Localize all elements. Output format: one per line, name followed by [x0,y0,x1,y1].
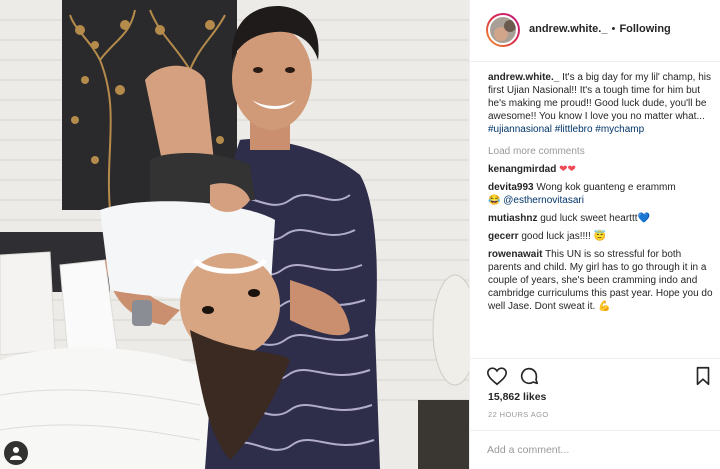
caption-username-link[interactable]: andrew.white._ [488,72,559,83]
comment-item: rowenawait This UN is so stressful for b… [488,248,713,313]
comment-text: gud luck sweet hearttt [537,213,638,224]
comments-list[interactable]: andrew.white._ It's a big day for my lil… [470,62,720,358]
laughing-emoji-icon: 😂 [488,195,501,206]
flexed-arm-emoji-icon: 💪 [598,301,611,312]
post-actions-bar [470,358,720,390]
likes-count[interactable]: 15,862 likes [488,391,546,403]
comment-item: kenangmirdad ❤❤ [488,163,713,176]
comment-username-link[interactable]: gecerr [488,231,519,242]
photo-illustration [0,0,469,469]
post-photo[interactable] [0,0,469,469]
comment-username-link[interactable]: mutiashnz [488,213,537,224]
comment-username-link[interactable]: kenangmirdad [488,164,556,175]
header-line: andrew.white._ • Following [529,23,671,35]
comment-text: Wong kok guanteng e erammm [533,182,676,193]
header-username-link[interactable]: andrew.white._ [529,23,607,35]
comment-mention-link[interactable]: @esthernovitasari [503,195,584,206]
following-button[interactable]: Following [619,23,670,35]
post-caption: andrew.white._ It's a big day for my lil… [488,71,713,136]
person-tag-icon[interactable] [4,441,28,465]
comment-username-link[interactable]: rowenawait [488,249,542,260]
comment-username-link[interactable]: devita993 [488,182,534,193]
hearts-emoji-icon: ❤❤ [559,164,576,175]
add-comment-input[interactable] [487,441,707,459]
post-header: andrew.white._ • Following [470,0,720,62]
heart-icon[interactable] [486,365,508,387]
comment-text: good luck jas!!!! [518,231,594,242]
comment-item: gecerr good luck jas!!!! 😇 [488,230,713,243]
header-separator: • [611,23,616,35]
post-timestamp[interactable]: 22 HOURS AGO [488,410,549,419]
load-more-comments-button[interactable]: Load more comments [488,145,713,158]
comment-bubble-icon[interactable] [518,365,540,387]
post-details-panel: andrew.white._ • Following andrew.white.… [469,0,720,469]
add-comment-section [470,430,720,469]
bookmark-icon[interactable] [692,365,714,387]
caption-hashtags[interactable]: #ujiannasional #littlebro #mychamp [488,124,644,135]
comment-item: mutiashnz gud luck sweet hearttt💙 [488,212,713,225]
comment-item: devita993 Wong kok guanteng e erammm 😂 @… [488,181,713,207]
blue-heart-emoji-icon: 💙 [637,213,650,224]
halo-emoji-icon: 😇 [593,231,607,242]
avatar[interactable] [486,13,520,47]
